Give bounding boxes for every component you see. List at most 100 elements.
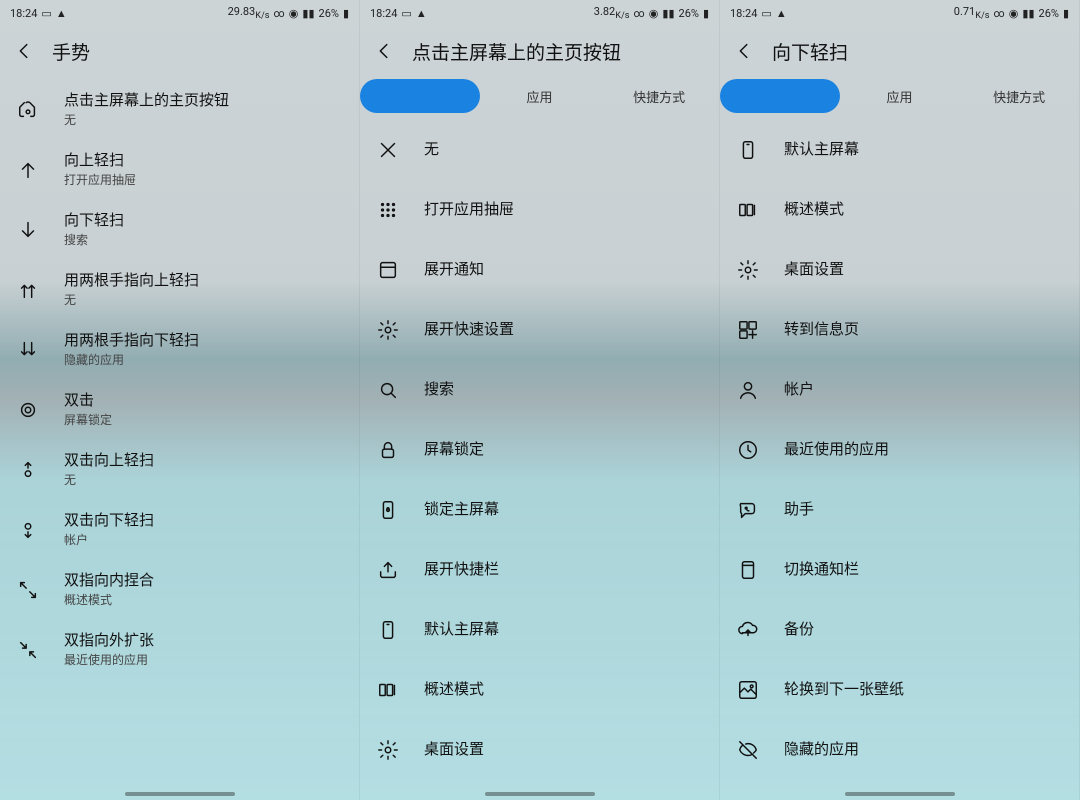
battery-pct: 26%: [319, 7, 339, 20]
list-item[interactable]: 双击屏幕锁定: [14, 380, 345, 440]
tab-launcher[interactable]: [720, 79, 840, 113]
account-icon: [734, 376, 762, 404]
item-label: 默认主屏幕: [784, 140, 859, 160]
tab-shortcuts[interactable]: 快捷方式: [959, 79, 1079, 113]
list-item[interactable]: 隐藏的应用: [734, 720, 1065, 780]
list-item[interactable]: 最近使用的应用: [734, 420, 1065, 480]
tab-apps[interactable]: 应用: [480, 79, 600, 113]
list-item[interactable]: 转到信息页: [734, 300, 1065, 360]
item-label: 展开快捷栏: [424, 560, 499, 580]
list-item[interactable]: 展开快捷栏: [374, 540, 705, 600]
grid-icon: [374, 196, 402, 224]
list-item[interactable]: 用两根手指向下轻扫隐藏的应用: [14, 320, 345, 380]
panel-action-home: 18:24 ▭ ▲ 3.82K/s ∞ ◉ ▮▮ 26% ▮ 点击主屏幕上的主页…: [360, 0, 720, 800]
tab-shortcuts[interactable]: 快捷方式: [599, 79, 719, 113]
pinch-in-icon: [14, 576, 42, 604]
item-sub: 无: [64, 113, 229, 129]
dtap-down-icon: [14, 516, 42, 544]
list-item[interactable]: 切换通知栏: [734, 540, 1065, 600]
list-item[interactable]: 双指向外扩张最近使用的应用: [14, 620, 345, 680]
list-item[interactable]: 点击主屏幕上的主页按钮无: [14, 80, 345, 140]
list-item[interactable]: 锁定主屏幕: [374, 480, 705, 540]
list-item[interactable]: 双指向内捏合概述模式: [14, 560, 345, 620]
item-label: 向下轻扫: [64, 211, 124, 231]
item-label: 双指向内捏合: [64, 571, 154, 591]
net-rate: 3.82K/s: [594, 5, 630, 21]
panel-gestures: 18:24 ▭ ▲ 29.83K/s ∞ ◉ ▮▮ 26% ▮ 手势 点击主屏幕…: [0, 0, 360, 800]
list-item[interactable]: 桌面设置: [734, 240, 1065, 300]
status-time: 18:24: [370, 7, 397, 20]
gear-icon: [374, 316, 402, 344]
back-button[interactable]: [12, 39, 36, 63]
image-icon: ▭: [761, 7, 771, 20]
item-label: 默认主屏幕: [424, 620, 499, 640]
item-label: 点击主屏幕上的主页按钮: [64, 91, 229, 111]
status-time: 18:24: [730, 7, 757, 20]
titlebar: 手势: [0, 26, 359, 76]
cat-icon: ▲: [56, 7, 67, 20]
back-button[interactable]: [732, 39, 756, 63]
list-item[interactable]: 双击向上轻扫无: [14, 440, 345, 500]
status-bar: 18:24 ▭ ▲ 29.83K/s ∞ ◉ ▮▮ 26% ▮: [0, 0, 359, 26]
list-item[interactable]: 默认主屏幕: [374, 600, 705, 660]
search-icon: [374, 376, 402, 404]
widgets-icon: [734, 316, 762, 344]
list-item[interactable]: 轮换到下一张壁纸: [734, 660, 1065, 720]
action-list: 无打开应用抽屉展开通知展开快速设置搜索屏幕锁定锁定主屏幕展开快捷栏默认主屏幕概述…: [360, 116, 719, 800]
list-item[interactable]: 展开快速设置: [374, 300, 705, 360]
item-label: 双击向下轻扫: [64, 511, 154, 531]
nav-hint: [125, 792, 235, 796]
image-icon: ▭: [401, 7, 411, 20]
assistant-icon: [734, 496, 762, 524]
list-item[interactable]: 搜索: [374, 360, 705, 420]
glasses-icon: ∞: [633, 7, 644, 20]
cat-icon: ▲: [416, 7, 427, 20]
list-item[interactable]: 备份: [734, 600, 1065, 660]
lock-screen-icon: [374, 496, 402, 524]
home-tap-icon: [14, 96, 42, 124]
list-item[interactable]: 向上轻扫打开应用抽屉: [14, 140, 345, 200]
battery-pct: 26%: [1039, 7, 1059, 20]
phone-icon: [374, 616, 402, 644]
wallpaper-icon: [734, 676, 762, 704]
tabs: 应用 快捷方式: [720, 76, 1079, 116]
status-time: 18:24: [10, 7, 37, 20]
close-icon: [374, 136, 402, 164]
item-label: 概述模式: [424, 680, 484, 700]
item-label: 向上轻扫: [64, 151, 136, 171]
cat-icon: ▲: [776, 7, 787, 20]
list-item[interactable]: 用两根手指向上轻扫无: [14, 260, 345, 320]
net-rate: 29.83K/s: [228, 5, 270, 21]
item-label: 展开通知: [424, 260, 484, 280]
tab-launcher[interactable]: [360, 79, 480, 113]
list-item[interactable]: 概述模式: [734, 180, 1065, 240]
panel-action-swipedown: 18:24 ▭ ▲ 0.71K/s ∞ ◉ ▮▮ 26% ▮ 向下轻扫 应用 快…: [720, 0, 1080, 800]
overview-icon: [374, 676, 402, 704]
tab-apps[interactable]: 应用: [840, 79, 960, 113]
list-item[interactable]: 概述模式: [374, 660, 705, 720]
list-item[interactable]: 桌面设置: [374, 720, 705, 780]
list-item[interactable]: 屏幕锁定: [374, 420, 705, 480]
dtap-up-icon: [14, 456, 42, 484]
item-sub: 概述模式: [64, 593, 154, 609]
item-label: 轮换到下一张壁纸: [784, 680, 904, 700]
status-bar: 18:24 ▭ ▲ 3.82K/s ∞ ◉ ▮▮ 26% ▮: [360, 0, 719, 26]
battery-icon: ▮: [703, 7, 709, 20]
back-button[interactable]: [372, 39, 396, 63]
item-label: 切换通知栏: [784, 560, 859, 580]
list-item[interactable]: 展开通知: [374, 240, 705, 300]
list-item[interactable]: 默认主屏幕: [734, 120, 1065, 180]
list-item[interactable]: 双击向下轻扫帐户: [14, 500, 345, 560]
tabs: 应用 快捷方式: [360, 76, 719, 116]
list-item[interactable]: 帐户: [734, 360, 1065, 420]
list-item[interactable]: 无: [374, 120, 705, 180]
list-item[interactable]: 向下轻扫搜索: [14, 200, 345, 260]
item-sub: 屏幕锁定: [64, 413, 112, 429]
page-title: 点击主屏幕上的主页按钮: [412, 38, 621, 65]
list-item[interactable]: 打开应用抽屉: [374, 180, 705, 240]
gear-icon: [734, 256, 762, 284]
page-title: 手势: [52, 38, 90, 65]
gear-icon: [374, 736, 402, 764]
item-sub: 无: [64, 293, 199, 309]
list-item[interactable]: 助手: [734, 480, 1065, 540]
